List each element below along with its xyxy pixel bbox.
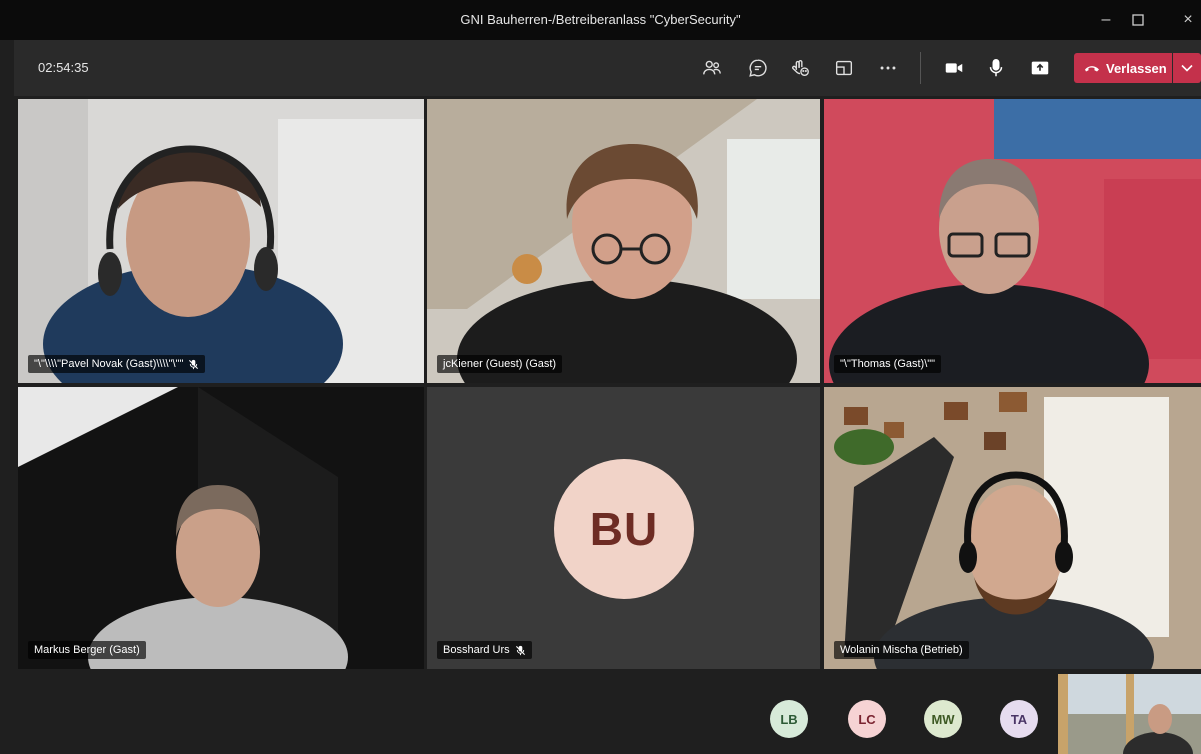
- leave-button[interactable]: Verlassen: [1074, 53, 1172, 83]
- meeting-toolbar: 02:54:35 Verlassen: [14, 40, 1201, 96]
- microphone-muted-icon: [189, 359, 199, 369]
- participant-name-tag: Markus Berger (Gast): [28, 641, 146, 659]
- video-stage: "\"\\\\"Pavel Novak (Gast)\\\\"\"" jcKie…: [14, 96, 1201, 754]
- title-bar: GNI Bauherren-/Betreiberanlass "CyberSec…: [0, 0, 1201, 40]
- participant-video: [18, 387, 424, 669]
- meeting-timer: 02:54:35: [38, 60, 89, 75]
- participant-video: [824, 387, 1201, 669]
- video-tile-markus-berger[interactable]: Markus Berger (Gast): [18, 387, 424, 669]
- participant-name-tag: "\"\\\\"Pavel Novak (Gast)\\\\"\"": [28, 355, 206, 373]
- share-screen-icon[interactable]: [1026, 54, 1054, 82]
- microphone-icon[interactable]: [982, 54, 1010, 82]
- hangup-icon: [1085, 66, 1099, 72]
- chat-icon[interactable]: [744, 54, 772, 82]
- self-view-video[interactable]: [1058, 674, 1201, 754]
- overflow-avatar-lc[interactable]: LC: [848, 700, 886, 738]
- video-tile-thomas[interactable]: "\"Thomas (Gast)\"": [824, 99, 1201, 383]
- toolbar-separator: [920, 52, 921, 84]
- breakout-rooms-icon[interactable]: [830, 54, 858, 82]
- maximize-icon[interactable]: [1125, 8, 1151, 32]
- chevron-down-icon: [1181, 64, 1193, 72]
- self-video: [1058, 674, 1201, 754]
- participant-name-tag: Bosshard Urs: [437, 641, 532, 659]
- participants-icon[interactable]: [698, 54, 726, 82]
- video-tile-pavel-novak[interactable]: "\"\\\\"Pavel Novak (Gast)\\\\"\"": [18, 99, 424, 383]
- overflow-avatar-mw[interactable]: MW: [924, 700, 962, 738]
- minimize-icon[interactable]: –: [1093, 8, 1119, 32]
- participant-name-tag: Wolanin Mischa (Betrieb): [834, 641, 969, 659]
- participant-video: [18, 99, 424, 383]
- window-title: GNI Bauherren-/Betreiberanlass "CyberSec…: [460, 12, 741, 27]
- overflow-avatar-lb[interactable]: LB: [770, 700, 808, 738]
- participant-video: [427, 99, 820, 383]
- close-icon[interactable]: ×: [1175, 8, 1201, 32]
- participant-avatar-bu: BU: [554, 459, 694, 599]
- camera-icon[interactable]: [940, 54, 968, 82]
- participant-video: [824, 99, 1201, 383]
- more-options-icon[interactable]: [874, 54, 902, 82]
- overflow-avatar-ta[interactable]: TA: [1000, 700, 1038, 738]
- leave-label: Verlassen: [1106, 60, 1167, 76]
- participant-name-tag: "\"Thomas (Gast)\"": [834, 355, 942, 373]
- video-tile-wolanin-mischa[interactable]: Wolanin Mischa (Betrieb): [824, 387, 1201, 669]
- reactions-icon[interactable]: [786, 54, 814, 82]
- microphone-muted-icon: [515, 645, 525, 655]
- participant-name-tag: jcKiener (Guest) (Gast): [437, 355, 563, 373]
- leave-dropdown-button[interactable]: [1173, 53, 1201, 83]
- video-tile-jckiener[interactable]: jcKiener (Guest) (Gast): [427, 99, 820, 383]
